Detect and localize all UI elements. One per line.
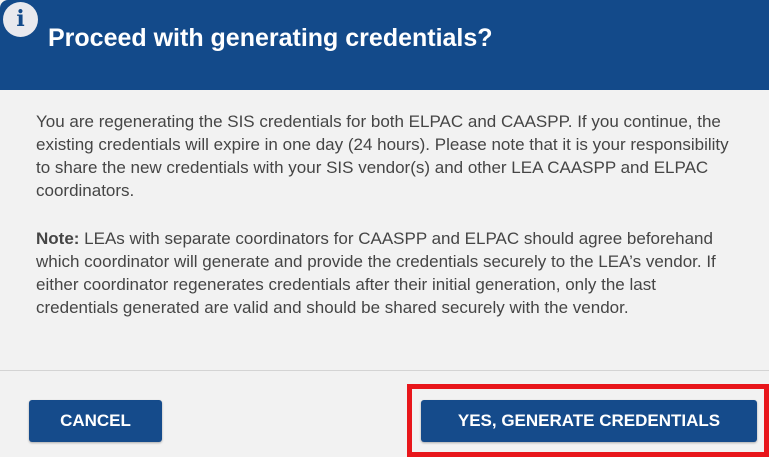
dialog-message: You are regenerating the SIS credentials… (36, 112, 729, 200)
note-label: Note: (36, 229, 80, 248)
dialog-note: Note: LEAs with separate coordinators fo… (36, 227, 736, 319)
note-text: LEAs with separate coordinators for CAAS… (36, 229, 716, 317)
dialog-header: i Proceed with generating credentials? (0, 0, 769, 90)
dialog-footer: CANCEL YES, GENERATE CREDENTIALS (0, 371, 769, 457)
generate-credentials-button[interactable]: YES, GENERATE CREDENTIALS (421, 400, 757, 442)
confirm-dialog: i Proceed with generating credentials? Y… (0, 0, 769, 457)
dialog-title: Proceed with generating credentials? (48, 24, 493, 52)
dialog-body: You are regenerating the SIS credentials… (0, 90, 769, 371)
info-icon: i (3, 2, 38, 37)
cancel-button[interactable]: CANCEL (29, 400, 162, 442)
